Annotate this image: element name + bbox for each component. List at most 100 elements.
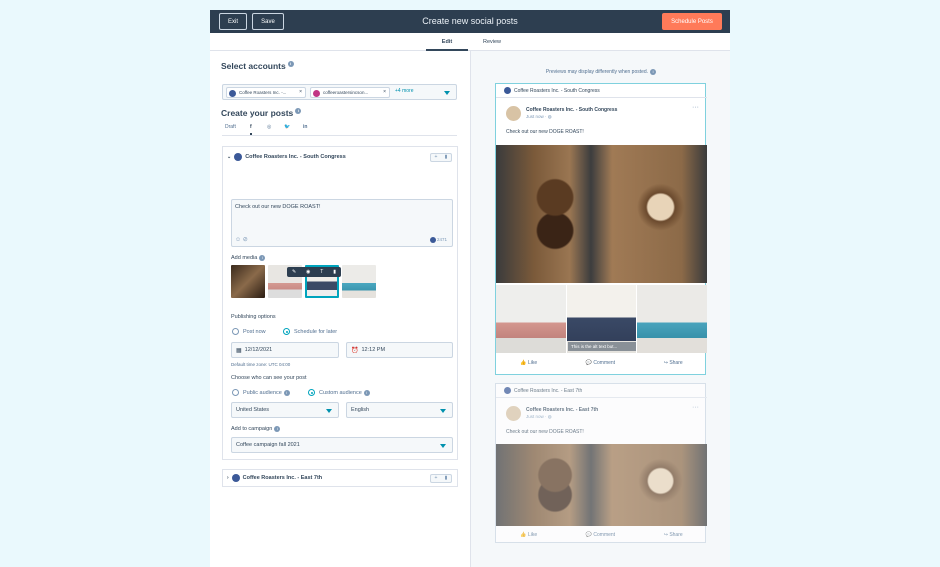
char-counter: 2471	[429, 237, 447, 243]
campaign-label: Add to campaign i	[231, 426, 281, 432]
post-account[interactable]: ⌄ Coffee Roasters Inc. - South Congress	[227, 153, 346, 161]
accounts-select[interactable]: Coffee Roasters Inc. -... × coffeeroaste…	[222, 84, 457, 100]
more-icon: ···	[692, 404, 699, 411]
preview-header: Coffee Roasters Inc. - East 7th	[496, 384, 707, 398]
time-input[interactable]: ⏰ 12:12 PM	[346, 342, 453, 358]
like-icon: 👍	[520, 532, 528, 538]
post-account[interactable]: › Coffee Roasters Inc. - East 7th	[227, 474, 322, 482]
like-action[interactable]: 👍 Like	[520, 360, 537, 366]
preview-actions: 👍 Like 💬 Comment ↪ Share	[496, 356, 707, 370]
close-icon[interactable]: ×	[299, 89, 302, 95]
add-icon[interactable]: +	[431, 475, 441, 482]
info-icon[interactable]: i	[259, 255, 266, 261]
twitter-icon[interactable]: 🐦	[284, 124, 290, 130]
pencil-icon[interactable]: ✎	[292, 269, 296, 275]
trash-icon[interactable]: ▮	[441, 475, 451, 482]
account-chip[interactable]: coffeeroastersincson... ×	[310, 87, 390, 98]
account-chip[interactable]: Coffee Roasters Inc. -... ×	[226, 87, 306, 98]
tab-draft[interactable]: Draft	[225, 124, 236, 130]
chevron-down-icon[interactable]	[444, 91, 450, 95]
facebook-preview-card: Coffee Roasters Inc. - South Congress Co…	[495, 83, 708, 375]
info-icon[interactable]: i	[295, 108, 302, 114]
preview-message: Check out our new DOGE ROAST!	[506, 129, 584, 135]
account-chip-label: coffeeroastersincson...	[323, 90, 369, 95]
comment-action[interactable]: 💬 Comment	[586, 360, 615, 366]
post-message-text: Check out our new DOGE ROAST!	[235, 204, 321, 210]
preview-hero-image	[496, 444, 707, 526]
public-audience-radio[interactable]	[232, 389, 239, 396]
custom-audience-label: Custom audience i	[319, 390, 370, 396]
post-account-name: Coffee Roasters Inc. - East 7th	[242, 475, 323, 481]
facebook-icon	[504, 387, 511, 394]
emoji-icon[interactable]: ☺ ⊘	[235, 236, 248, 243]
post-now-radio[interactable]	[232, 328, 239, 335]
account-chip-label: Coffee Roasters Inc. -...	[239, 90, 287, 95]
preview-account-name: Coffee Roasters Inc. - East 7th	[526, 407, 599, 413]
clock-icon: ⏰	[351, 347, 359, 354]
media-toolbar: ✎ ◉ T ▮	[287, 267, 341, 277]
post-editor-card: ⌄ Coffee Roasters Inc. - South Congress …	[222, 146, 458, 460]
facebook-icon	[234, 153, 243, 161]
chevron-down-icon	[440, 444, 446, 448]
preview-account-name: Coffee Roasters Inc. - South Congress	[526, 107, 618, 113]
public-audience-label: Public audience i	[243, 390, 290, 396]
info-icon[interactable]: i	[274, 426, 281, 432]
media-thumbnail[interactable]	[231, 265, 265, 298]
mode-tabs: Edit Review	[210, 33, 730, 51]
preview-note: Previews may display differently when po…	[471, 69, 730, 75]
share-action[interactable]: ↪ Share	[664, 532, 683, 538]
chevron-down-icon	[440, 409, 446, 413]
info-icon[interactable]: i	[287, 61, 294, 67]
editor-panel: Select accounts i Coffee Roasters Inc. -.…	[210, 51, 470, 567]
audience-label: Choose who can see your post	[231, 375, 307, 381]
preview-image	[496, 285, 566, 353]
text-icon[interactable]: T	[320, 269, 323, 275]
close-icon[interactable]: ×	[383, 89, 386, 95]
facebook-icon[interactable]: f	[250, 124, 252, 135]
chevron-down-icon[interactable]: ⌄	[227, 154, 231, 160]
share-action[interactable]: ↪ Share	[664, 360, 683, 366]
timezone-note: Default time zone: UTC 04:00	[231, 362, 291, 367]
avatar	[506, 406, 521, 421]
language-select[interactable]: English	[346, 402, 453, 418]
info-icon[interactable]: i	[283, 390, 290, 396]
info-icon[interactable]: i	[650, 69, 657, 75]
calendar-icon: ▦	[236, 347, 242, 354]
eye-icon[interactable]: ◉	[306, 269, 310, 275]
more-accounts-link[interactable]: +4 more	[395, 88, 413, 94]
chevron-right-icon[interactable]: ›	[227, 475, 229, 481]
info-icon[interactable]: i	[363, 390, 370, 396]
comment-action[interactable]: 💬 Comment	[586, 532, 615, 538]
country-select[interactable]: United States	[231, 402, 339, 418]
media-thumbnail[interactable]	[342, 265, 376, 298]
add-icon[interactable]: +	[431, 154, 441, 161]
instagram-icon[interactable]: ◎	[267, 124, 271, 130]
schedule-posts-button[interactable]: Schedule Posts	[662, 13, 722, 30]
custom-audience-radio[interactable]	[308, 389, 315, 396]
preview-actions: 👍 Like 💬 Comment ↪ Share	[496, 528, 707, 542]
preview-message: Check out our new DOGE ROAST!	[506, 429, 584, 435]
like-icon: 👍	[520, 360, 528, 366]
network-tabs: Draft f ◎ 🐦 in	[222, 121, 457, 136]
date-input[interactable]: ▦ 12/12/2021	[231, 342, 339, 358]
trash-icon[interactable]: ▮	[441, 154, 451, 161]
like-action[interactable]: 👍 Like	[520, 532, 537, 538]
publishing-options-label: Publishing options	[231, 314, 276, 320]
post-message-input[interactable]: Check out our new DOGE ROAST! ☺ ⊘ 2471	[231, 199, 453, 247]
schedule-later-radio[interactable]	[283, 328, 290, 335]
schedule-later-label: Schedule for later	[294, 329, 338, 335]
tab-review[interactable]: Review	[472, 33, 512, 51]
preview-timestamp: Just now · ◍	[526, 114, 552, 119]
campaign-select[interactable]: Coffee campaign fall 2021	[231, 437, 453, 453]
post-editor-card-collapsed[interactable]: › Coffee Roasters Inc. - East 7th + ▮	[222, 469, 458, 487]
linkedin-icon[interactable]: in	[303, 124, 307, 130]
more-icon: ···	[692, 104, 699, 111]
post-actions: + ▮	[430, 153, 452, 162]
facebook-icon	[504, 87, 511, 94]
tab-edit[interactable]: Edit	[426, 33, 468, 51]
create-posts-heading: Create your posts i	[221, 108, 302, 118]
instagram-icon	[313, 90, 320, 97]
trash-icon[interactable]: ▮	[333, 269, 336, 275]
facebook-icon	[231, 474, 240, 482]
preview-timestamp: Just now · ◍	[526, 414, 552, 419]
